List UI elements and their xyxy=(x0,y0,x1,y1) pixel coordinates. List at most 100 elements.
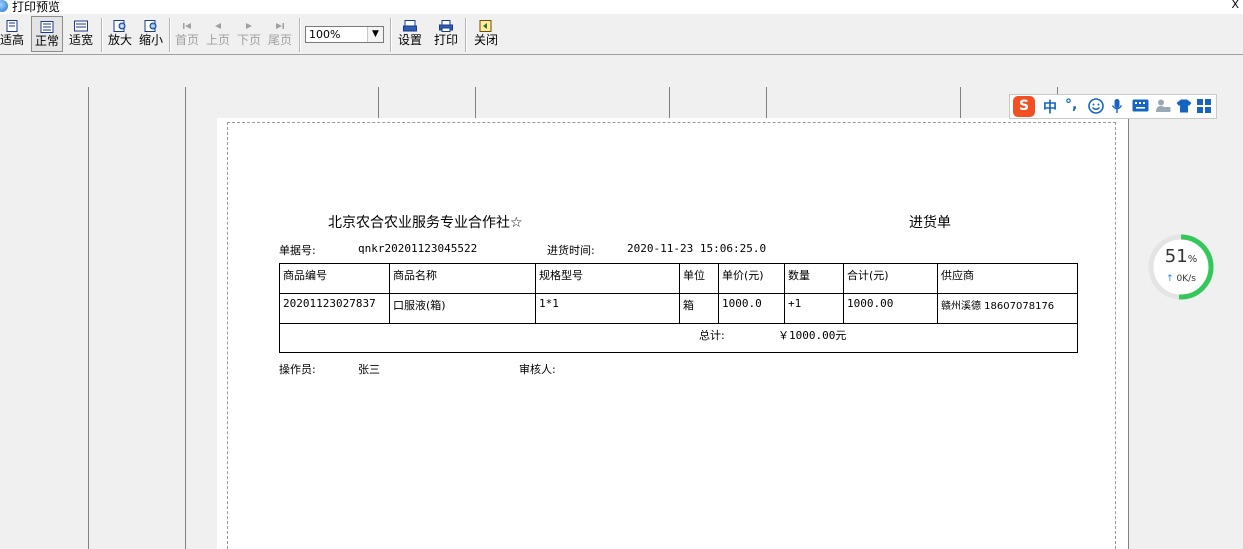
ime-toolbar[interactable]: S 中 °, xyxy=(1009,94,1217,119)
table-cell: 1000.0 xyxy=(718,293,785,324)
app-icon xyxy=(0,0,8,12)
ruler-line xyxy=(669,87,670,118)
toolbar-separator xyxy=(390,18,392,52)
toolbar: 适高 正常 适宽 放大 缩小 首页 上页 下页 尾页 100% ▼ 设置 打印 … xyxy=(0,14,1243,55)
table-header-cell: 商品名称 xyxy=(389,263,536,294)
window-title: 打印预览 xyxy=(12,0,61,14)
doc-no-label: 单据号: xyxy=(279,244,316,257)
toolbar-separator xyxy=(299,18,301,52)
first-page-button[interactable]: 首页 xyxy=(173,16,201,52)
grid-menu-icon[interactable] xyxy=(1197,99,1211,117)
toolbar-separator xyxy=(169,18,171,52)
table-total-row: 总计: ￥1000.00元 xyxy=(279,323,1078,353)
first-page-label: 首页 xyxy=(174,33,199,47)
network-speed-widget[interactable]: 51% ↑ 0K/s xyxy=(1148,234,1214,300)
ruler-line xyxy=(960,87,961,118)
zoom-out-label: 缩小 xyxy=(138,33,163,47)
purchase-time-label: 进货时间: xyxy=(547,244,595,257)
close-button[interactable]: 关闭 xyxy=(471,16,501,52)
exit-icon xyxy=(479,20,492,32)
zoom-value: 100% xyxy=(309,28,341,41)
emoji-icon[interactable] xyxy=(1088,98,1104,118)
print-label: 打印 xyxy=(433,33,458,47)
zoom-in-button[interactable]: 放大 xyxy=(106,16,134,52)
network-speed-value: 0K/s xyxy=(1176,274,1196,284)
table-header-row: 商品编号 商品名称 规格型号 单位 单价(元) 数量 合计(元) 供应商 xyxy=(279,263,1078,294)
window-titlebar: 打印预览 X xyxy=(0,0,1243,14)
table-header-cell: 商品编号 xyxy=(279,263,390,294)
fit-width-icon xyxy=(74,20,88,32)
keyboard-icon[interactable] xyxy=(1132,99,1149,116)
sogou-logo-icon[interactable]: S xyxy=(1013,96,1035,117)
prev-page-button[interactable]: 上页 xyxy=(204,16,232,52)
table-cell: 赣州溪德 18607078176 xyxy=(937,293,1078,324)
toolbar-separator xyxy=(101,18,103,52)
window-close-button[interactable]: X xyxy=(1231,0,1239,11)
table-cell: 1*1 xyxy=(535,293,680,324)
load-percent: 51% xyxy=(1148,246,1214,267)
zoom-in-label: 放大 xyxy=(107,33,132,47)
goods-table: 商品编号 商品名称 规格型号 单位 单价(元) 数量 合计(元) 供应商 202… xyxy=(279,263,1078,353)
ruler-line xyxy=(475,87,476,118)
table-cell: 箱 xyxy=(679,293,719,324)
fit-height-button[interactable]: 适高 xyxy=(0,16,26,52)
print-button[interactable]: 打印 xyxy=(432,16,460,52)
first-page-icon xyxy=(183,23,191,29)
upload-arrow-icon: ↑ xyxy=(1166,274,1174,284)
microphone-icon[interactable] xyxy=(1111,98,1123,118)
total-label: 总计: xyxy=(699,329,725,342)
document-type: 进货单 xyxy=(909,215,951,231)
ruler-line xyxy=(766,87,767,118)
settings-button[interactable]: 设置 xyxy=(396,16,424,52)
normal-label: 正常 xyxy=(34,34,59,48)
prev-page-label: 上页 xyxy=(205,33,230,47)
operator-value: 张三 xyxy=(358,363,380,376)
table-header-cell: 单位 xyxy=(679,263,719,294)
zoom-out-button[interactable]: 缩小 xyxy=(137,16,165,52)
reviewer-label: 审核人: xyxy=(519,363,556,376)
total-value: ￥1000.00元 xyxy=(778,329,847,342)
operator-label: 操作员: xyxy=(279,363,316,376)
normal-button[interactable]: 正常 xyxy=(31,16,63,52)
fit-width-label: 适宽 xyxy=(68,33,93,47)
normal-page-icon xyxy=(40,21,54,33)
close-label: 关闭 xyxy=(473,33,498,47)
prev-page-icon xyxy=(215,23,221,29)
fit-height-icon xyxy=(6,20,18,32)
doc-no-value: qnkr20201123045522 xyxy=(358,242,478,255)
next-page-label: 下页 xyxy=(236,33,261,47)
speed-gauge xyxy=(1148,234,1214,300)
skin-user-icon[interactable] xyxy=(1155,98,1171,118)
table-row: 20201123027837 口服液(箱) 1*1 箱 1000.0 +1 10… xyxy=(279,293,1078,324)
tshirt-icon[interactable] xyxy=(1176,99,1192,117)
fit-width-button[interactable]: 适宽 xyxy=(66,16,96,52)
table-cell: 20201123027837 xyxy=(279,293,390,324)
table-cell: 1000.00 xyxy=(843,293,938,324)
table-total-cell: 总计: ￥1000.00元 xyxy=(279,323,1078,353)
company-name: 北京农合农业服务专业合作社☆ xyxy=(328,215,523,231)
ime-punctuation-toggle[interactable]: °, xyxy=(1065,97,1077,113)
page-edge-line xyxy=(185,87,186,549)
table-header-cell: 合计(元) xyxy=(843,263,938,294)
page-edge-line xyxy=(88,87,89,549)
load-percent-value: 51 xyxy=(1164,246,1188,267)
toolbar-separator xyxy=(465,18,467,52)
last-page-button[interactable]: 尾页 xyxy=(266,16,294,52)
settings-label: 设置 xyxy=(397,33,422,47)
next-page-button[interactable]: 下页 xyxy=(235,16,263,52)
zoom-select[interactable]: 100% ▼ xyxy=(305,26,384,43)
page-setup-icon xyxy=(403,20,417,32)
table-header-cell: 单价(元) xyxy=(718,263,785,294)
purchase-time-value: 2020-11-23 15:06:25.0 xyxy=(627,242,767,255)
zoom-out-icon xyxy=(144,20,157,32)
chevron-down-icon[interactable]: ▼ xyxy=(367,27,383,42)
load-percent-unit: % xyxy=(1187,254,1198,265)
printer-icon xyxy=(439,20,453,32)
ime-language-toggle[interactable]: 中 xyxy=(1043,97,1057,117)
table-cell: +1 xyxy=(784,293,844,324)
last-page-icon xyxy=(276,23,284,29)
zoom-in-icon xyxy=(113,20,126,32)
table-header-cell: 供应商 xyxy=(937,263,1078,294)
table-header-cell: 规格型号 xyxy=(535,263,680,294)
network-speed-readout: ↑ 0K/s xyxy=(1148,274,1214,284)
